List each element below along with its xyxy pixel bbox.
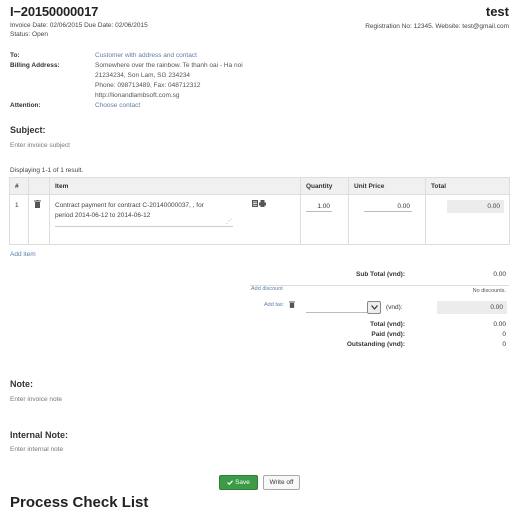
total-label: Total (vnd): bbox=[370, 321, 405, 328]
process-checklist-heading: Process Check List bbox=[10, 494, 149, 511]
print-icon[interactable] bbox=[259, 200, 266, 209]
invoice-dates: Invoice Date: 02/06/2015 Due Date: 02/06… bbox=[10, 22, 148, 29]
internal-note-input[interactable]: Enter internal note bbox=[10, 446, 63, 453]
row-delete[interactable] bbox=[28, 194, 50, 245]
notes-icon[interactable] bbox=[252, 200, 258, 209]
registration-info: Registration No: 12345. Website: test@gm… bbox=[365, 23, 509, 30]
col-unit-price[interactable]: Unit Price bbox=[348, 177, 426, 195]
customer-name-link[interactable]: Customer with address and contact bbox=[95, 51, 243, 61]
tax-trash-icon[interactable] bbox=[289, 301, 295, 310]
unit-price-input[interactable] bbox=[364, 203, 412, 212]
invoice-number: I−20150000017 bbox=[10, 4, 99, 19]
col-index: # bbox=[9, 177, 29, 195]
customer-block: Customer with address and contact Somewh… bbox=[95, 51, 243, 111]
row-index: 1 bbox=[9, 194, 29, 245]
tax-select[interactable] bbox=[306, 312, 367, 313]
add-item-link[interactable]: Add item bbox=[10, 251, 36, 258]
subject-input[interactable]: Enter invoice subject bbox=[10, 142, 70, 149]
save-button[interactable]: Save bbox=[219, 475, 258, 490]
col-actions bbox=[28, 177, 50, 195]
add-discount-link[interactable]: Add discount bbox=[251, 286, 283, 292]
item-description-underline: ⋰ bbox=[55, 219, 233, 227]
paid-label: Paid (vnd): bbox=[371, 331, 405, 338]
trash-icon[interactable] bbox=[34, 200, 41, 210]
subtotal-label: Sub Total (vnd): bbox=[356, 271, 405, 278]
items-table: # Item Quantity Unit Price Total 1 Contr… bbox=[9, 177, 510, 245]
company-name: test bbox=[485, 4, 509, 19]
items-header-row: # Item Quantity Unit Price Total bbox=[9, 177, 510, 195]
choose-contact-link[interactable]: Choose contact bbox=[95, 101, 243, 111]
col-item[interactable]: Item bbox=[49, 177, 301, 195]
address-line-2: 21234234, Son Lam, SG 234234 bbox=[95, 72, 191, 79]
billing-address-label: Billing Address: bbox=[10, 62, 60, 69]
col-total[interactable]: Total bbox=[425, 177, 510, 195]
outstanding-label: Outstanding (vnd): bbox=[346, 341, 405, 348]
table-row: 1 Contract payment for contract C-201400… bbox=[9, 194, 510, 245]
subject-heading: Subject: bbox=[10, 125, 46, 135]
resize-grip-icon[interactable]: ⋰ bbox=[226, 217, 232, 227]
check-icon bbox=[227, 480, 234, 485]
to-label: To: bbox=[10, 52, 20, 59]
tax-value: 0.00 bbox=[437, 301, 507, 314]
attention-label: Attention: bbox=[10, 102, 41, 109]
write-off-button-label: Write off bbox=[269, 479, 294, 486]
note-input[interactable]: Enter invoice note bbox=[10, 396, 62, 403]
row-quantity-cell bbox=[300, 194, 349, 245]
outstanding-value: 0 bbox=[502, 341, 506, 348]
total-value: 0.00 bbox=[493, 321, 506, 328]
tax-dropdown-button[interactable] bbox=[367, 301, 381, 314]
items-summary: Displaying 1-1 of 1 result. bbox=[10, 167, 84, 174]
row-total-cell: 0.00 bbox=[425, 194, 510, 245]
write-off-button[interactable]: Write off bbox=[263, 475, 300, 490]
save-button-label: Save bbox=[235, 479, 250, 486]
quantity-input[interactable] bbox=[306, 203, 332, 212]
row-total-value: 0.00 bbox=[447, 200, 504, 213]
address-line-1: Somewhere over the rainbow. Te thanh oai… bbox=[95, 62, 243, 69]
customer-website: http://lionandlambsoft.com.sg bbox=[95, 92, 180, 99]
tax-unit-label: (vnd): bbox=[386, 304, 403, 311]
add-tax-link[interactable]: Add tax: bbox=[264, 302, 284, 308]
row-unit-price-cell bbox=[348, 194, 426, 245]
note-heading: Note: bbox=[10, 379, 33, 389]
subtotal-value: 0.00 bbox=[493, 271, 506, 278]
item-description-line-2: period 2014-06-12 to 2014-06-12 bbox=[55, 212, 151, 219]
internal-note-heading: Internal Note: bbox=[10, 430, 69, 440]
no-discounts-text: No discounts. bbox=[472, 288, 506, 294]
invoice-status: Status: Open bbox=[10, 31, 48, 38]
col-quantity[interactable]: Quantity bbox=[300, 177, 349, 195]
chevron-down-icon bbox=[370, 305, 378, 310]
phone-fax: Phone: 098713489, Fax: 048712312 bbox=[95, 82, 201, 89]
row-item-cell: Contract payment for contract C-20140000… bbox=[49, 194, 301, 245]
summary-divider bbox=[250, 285, 509, 286]
paid-value: 0 bbox=[502, 331, 506, 338]
